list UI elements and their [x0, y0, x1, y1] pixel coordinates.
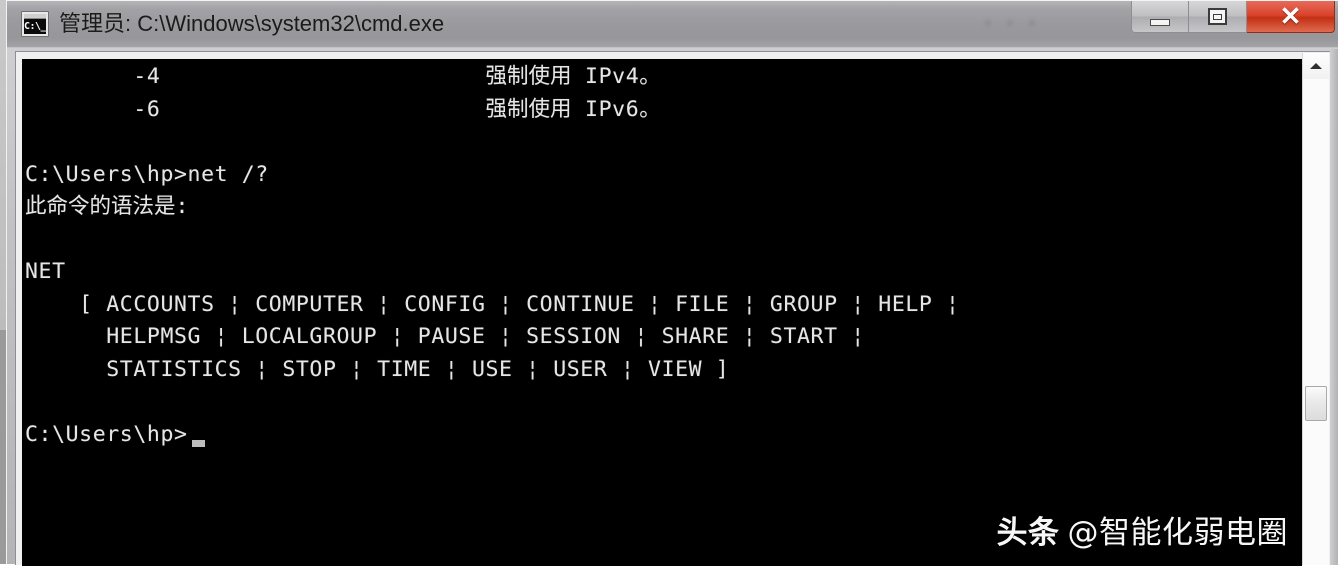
console-output-area[interactable]: -4 强制使用 IPv4。 -6 强制使用 IPv6。 C:\Users\hp>… — [22, 59, 1302, 566]
close-icon: ✕ — [1247, 1, 1334, 32]
cmd-icon-glyph: C:\_ — [24, 19, 46, 34]
window-title: 管理员: C:\Windows\system32\cmd.exe — [59, 9, 444, 39]
console-client-frame: -4 强制使用 IPv4。 -6 强制使用 IPv6。 C:\Users\hp>… — [15, 51, 1331, 565]
window-titlebar[interactable]: C:\_ 管理员: C:\Windows\system32\cmd.exe • … — [7, 1, 1338, 48]
console-text: -4 强制使用 IPv4。 -6 强制使用 IPv6。 C:\Users\hp>… — [25, 61, 960, 451]
window-frame-right — [1330, 49, 1338, 565]
scrollbar-thumb[interactable] — [1305, 386, 1327, 421]
channel-watermark: 头条@智能化弱电圈 — [997, 507, 1289, 552]
titlebar-watermark: • • • — [985, 15, 1075, 35]
minimize-icon — [1150, 19, 1170, 26]
console-cursor — [192, 440, 205, 447]
scrollbar-track[interactable] — [1303, 79, 1329, 565]
close-button[interactable]: ✕ — [1247, 1, 1335, 33]
window-controls: ✕ — [1131, 1, 1335, 37]
watermark-handle: @智能化弱电圈 — [1068, 515, 1289, 551]
maximize-restore-button[interactable] — [1189, 1, 1247, 33]
cmd-window: C:\_ 管理员: C:\Windows\system32\cmd.exe • … — [6, 0, 1338, 564]
maximize-icon — [1208, 8, 1227, 25]
minimize-button[interactable] — [1131, 1, 1189, 33]
scroll-up-button[interactable] — [1303, 53, 1329, 79]
cmd-console-icon: C:\_ — [21, 11, 49, 37]
watermark-brand: 头条 — [997, 515, 1060, 551]
chevron-up-icon — [1310, 63, 1322, 69]
console-scrollbar[interactable] — [1302, 53, 1329, 565]
